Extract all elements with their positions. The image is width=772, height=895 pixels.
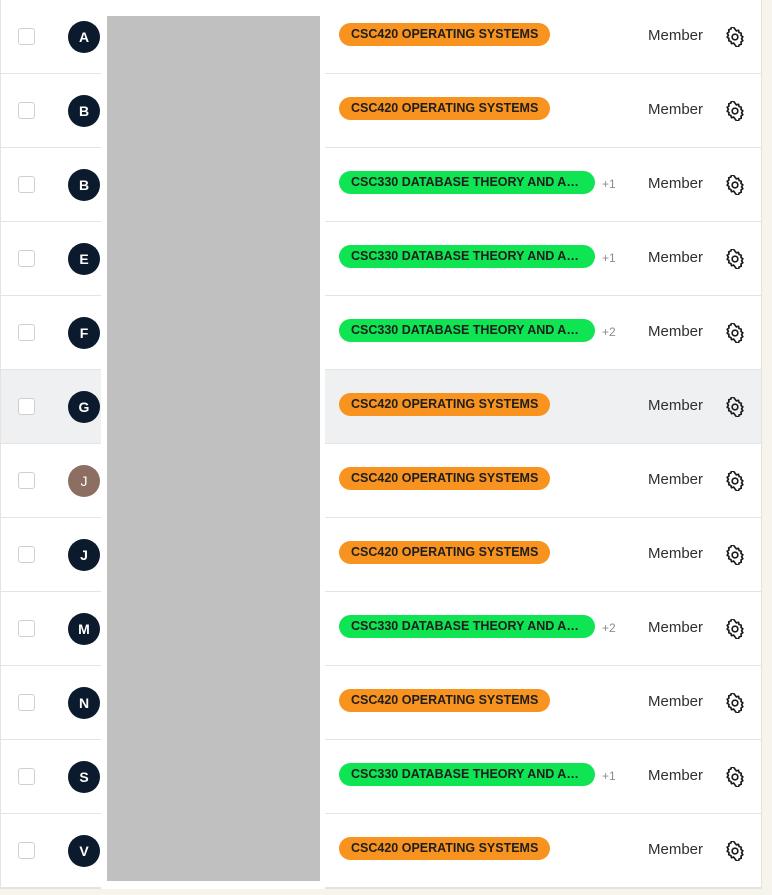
member-role: Member: [648, 396, 704, 414]
avatar: B: [68, 94, 100, 127]
gear-icon[interactable]: [725, 248, 745, 269]
course-tag[interactable]: CSC330 DATABASE THEORY AND APP…: [339, 762, 595, 786]
avatar: M: [68, 612, 100, 645]
row-select-checkbox[interactable]: [18, 841, 35, 859]
gear-icon[interactable]: [725, 322, 745, 343]
gear-icon[interactable]: [725, 26, 745, 47]
member-role: Member: [648, 544, 704, 562]
row-select-checkbox[interactable]: [18, 619, 35, 637]
member-role: Member: [648, 174, 704, 192]
avatar: V: [68, 834, 100, 867]
avatar: B: [68, 168, 100, 201]
avatar: S: [68, 760, 100, 793]
member-role: Member: [648, 322, 704, 340]
member-role: Member: [648, 470, 704, 488]
course-tag[interactable]: CSC330 DATABASE THEORY AND APP…: [339, 244, 595, 268]
gear-icon[interactable]: [725, 470, 745, 491]
gear-icon[interactable]: [725, 766, 745, 787]
gear-icon[interactable]: [725, 100, 745, 121]
course-tag[interactable]: CSC420 OPERATING SYSTEMS: [339, 836, 551, 860]
member-role: Member: [648, 100, 704, 118]
course-tag[interactable]: CSC330 DATABASE THEORY AND APP…: [339, 170, 595, 194]
member-role: Member: [648, 692, 704, 710]
row-select-checkbox[interactable]: [18, 471, 35, 489]
row-select-checkbox[interactable]: [18, 27, 35, 45]
member-role: Member: [648, 248, 704, 266]
more-courses-count[interactable]: +1: [602, 177, 616, 191]
member-role: Member: [648, 766, 704, 784]
more-courses-count[interactable]: +1: [602, 769, 616, 783]
row-select-checkbox[interactable]: [18, 175, 35, 193]
course-tag[interactable]: CSC330 DATABASE THEORY AND APP…: [339, 614, 595, 638]
gear-icon[interactable]: [725, 396, 745, 417]
avatar: F: [68, 316, 100, 349]
more-courses-count[interactable]: +2: [602, 325, 616, 339]
member-role: Member: [648, 618, 704, 636]
more-courses-count[interactable]: +2: [602, 621, 616, 635]
more-courses-count[interactable]: +1: [602, 251, 616, 265]
course-tag[interactable]: CSC420 OPERATING SYSTEMS: [339, 688, 551, 712]
course-tag[interactable]: CSC330 DATABASE THEORY AND APP…: [339, 318, 595, 342]
gear-icon[interactable]: [725, 618, 745, 639]
course-tag[interactable]: CSC420 OPERATING SYSTEMS: [339, 540, 551, 564]
row-select-checkbox[interactable]: [18, 323, 35, 341]
row-select-checkbox[interactable]: [18, 767, 35, 785]
avatar: J: [68, 538, 100, 571]
row-select-checkbox[interactable]: [18, 397, 35, 415]
gear-icon[interactable]: [725, 840, 745, 861]
row-select-checkbox[interactable]: [18, 101, 35, 119]
row-select-checkbox[interactable]: [18, 693, 35, 711]
course-tag[interactable]: CSC420 OPERATING SYSTEMS: [339, 96, 551, 120]
gear-icon[interactable]: [725, 174, 745, 195]
avatar: A: [68, 20, 100, 53]
member-role: Member: [648, 840, 704, 858]
gear-icon[interactable]: [725, 544, 745, 565]
course-tag[interactable]: CSC420 OPERATING SYSTEMS: [339, 392, 551, 416]
avatar: G: [68, 390, 100, 423]
member-role: Member: [648, 26, 704, 44]
course-tag[interactable]: CSC420 OPERATING SYSTEMS: [339, 466, 551, 490]
avatar: N: [68, 686, 100, 719]
redacted-names-block: [107, 16, 320, 881]
course-tag[interactable]: CSC420 OPERATING SYSTEMS: [339, 22, 551, 46]
row-select-checkbox[interactable]: [18, 249, 35, 267]
avatar: J: [68, 464, 100, 497]
gear-icon[interactable]: [725, 692, 745, 713]
row-select-checkbox[interactable]: [18, 545, 35, 563]
avatar: E: [68, 242, 100, 275]
